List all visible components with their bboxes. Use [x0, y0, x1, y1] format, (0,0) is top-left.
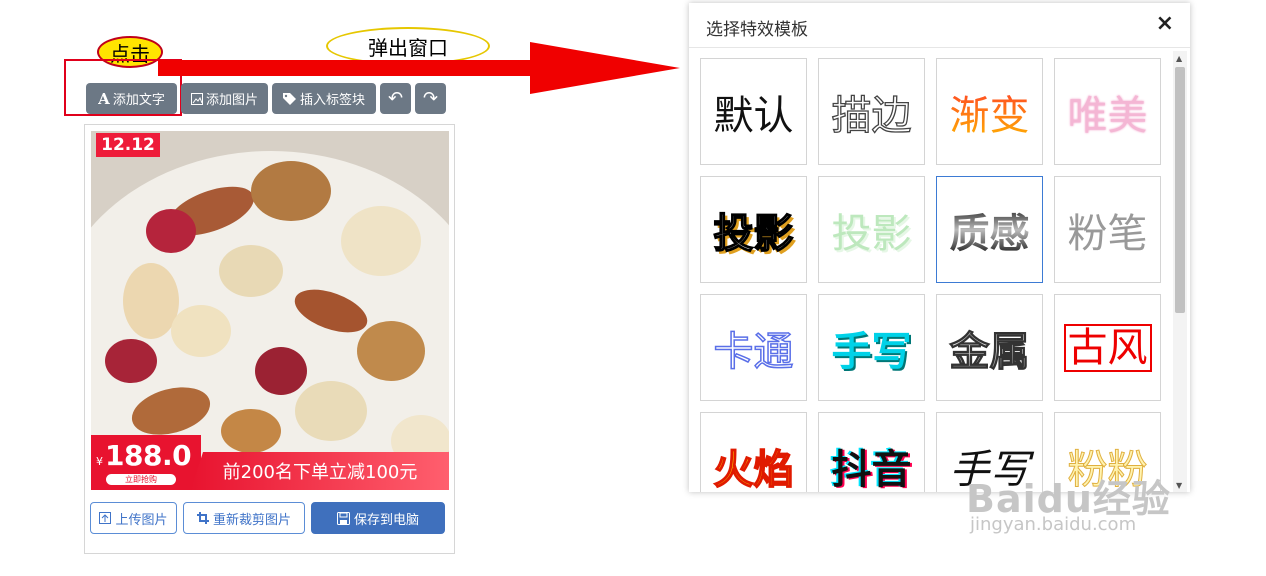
template-default[interactable]: 默认	[700, 58, 807, 165]
template-label: 渐变	[950, 83, 1030, 141]
add-text-label: 添加文字	[112, 93, 165, 108]
effect-template-dialog: 选择特效模板 × 默认 描边 渐变 唯美 投影 投影 质感 粉笔 卡通 手写 金…	[689, 3, 1190, 492]
template-shadow-1[interactable]: 投影	[700, 176, 807, 283]
upload-icon	[99, 512, 112, 524]
template-douyin[interactable]: 抖音	[818, 412, 925, 492]
template-label: 火焰	[713, 446, 795, 492]
action-bar: 上传图片 重新裁剪图片 保存到电脑	[90, 502, 445, 534]
text-a-icon: A	[98, 89, 110, 108]
template-fire[interactable]: 火焰	[700, 412, 807, 492]
template-label: 古风	[1063, 323, 1152, 372]
template-cartoon[interactable]: 卡通	[700, 294, 807, 401]
template-beauty[interactable]: 唯美	[1054, 58, 1161, 165]
currency-symbol: ¥	[96, 455, 103, 468]
baidu-watermark: Baidu经验 jingyan.baidu.com	[966, 468, 1171, 535]
recrop-image-button[interactable]: 重新裁剪图片	[183, 502, 305, 534]
buy-now-tag: 立即抢购	[106, 474, 176, 485]
upload-image-button[interactable]: 上传图片	[90, 502, 177, 534]
save-icon	[336, 511, 350, 525]
template-label: 卡通	[713, 328, 795, 376]
dialog-header: 选择特效模板 ×	[689, 3, 1190, 48]
template-label: 描边	[831, 92, 912, 139]
scroll-down-icon[interactable]: ▼	[1176, 481, 1182, 490]
template-label: 手写	[831, 328, 912, 375]
redo-button[interactable]: ↷	[415, 83, 446, 114]
template-label: 默认	[713, 92, 794, 139]
recrop-image-label: 重新裁剪图片	[212, 512, 291, 528]
template-grid: 默认 描边 渐变 唯美 投影 投影 质感 粉笔 卡通 手写 金属 古风 火焰 抖…	[700, 58, 1161, 492]
promo-badge: 12.12	[96, 133, 160, 157]
image-icon	[190, 92, 203, 105]
template-outline[interactable]: 描边	[818, 58, 925, 165]
scrollbar-thumb[interactable]	[1175, 67, 1185, 313]
template-shadow-2[interactable]: 投影	[818, 176, 925, 283]
template-texture[interactable]: 质感	[936, 176, 1043, 283]
template-label: 质感	[950, 201, 1030, 259]
dialog-title: 选择特效模板	[706, 20, 808, 40]
promo-strip: 前200名下单立减100元	[191, 452, 449, 490]
insert-tag-label: 插入标签块	[299, 93, 365, 108]
tag-icon	[282, 92, 296, 105]
template-gradient[interactable]: 渐变	[936, 58, 1043, 165]
template-label: 金属	[949, 319, 1030, 377]
template-label: 投影	[831, 210, 912, 257]
upload-image-label: 上传图片	[115, 512, 168, 528]
dialog-scrollbar[interactable]: ▲ ▼	[1173, 51, 1187, 492]
watermark-url: jingyan.baidu.com	[970, 514, 1137, 535]
undo-icon: ↶	[387, 88, 404, 109]
insert-tag-button[interactable]: 插入标签块	[272, 83, 376, 114]
scroll-up-icon[interactable]: ▲	[1176, 54, 1182, 63]
save-to-computer-button[interactable]: 保存到电脑	[311, 502, 445, 534]
template-label: 粉笔	[1067, 210, 1148, 257]
price-box: ¥ 188.0 立即抢购	[91, 435, 201, 490]
add-image-button[interactable]: 添加图片	[181, 83, 268, 114]
redo-icon: ↷	[422, 88, 439, 109]
template-handwriting[interactable]: 手写	[818, 294, 925, 401]
template-chalk[interactable]: 粉笔	[1054, 176, 1161, 283]
template-label: 投影	[713, 210, 795, 258]
save-to-computer-label: 保存到电脑	[353, 512, 419, 528]
add-text-button[interactable]: A 添加文字	[86, 83, 177, 114]
crop-icon	[196, 512, 209, 524]
template-label: 抖音	[831, 446, 912, 493]
template-label: 唯美	[1067, 92, 1148, 139]
add-image-label: 添加图片	[205, 93, 258, 108]
template-metal[interactable]: 金属	[936, 294, 1043, 401]
price-value: 188.0	[105, 439, 192, 472]
template-ancient[interactable]: 古风	[1054, 294, 1161, 401]
undo-button[interactable]: ↶	[380, 83, 411, 114]
editor-toolbar: A 添加文字 添加图片 插入标签块 ↶ ↷	[86, 83, 446, 114]
close-icon[interactable]: ×	[1156, 11, 1174, 36]
